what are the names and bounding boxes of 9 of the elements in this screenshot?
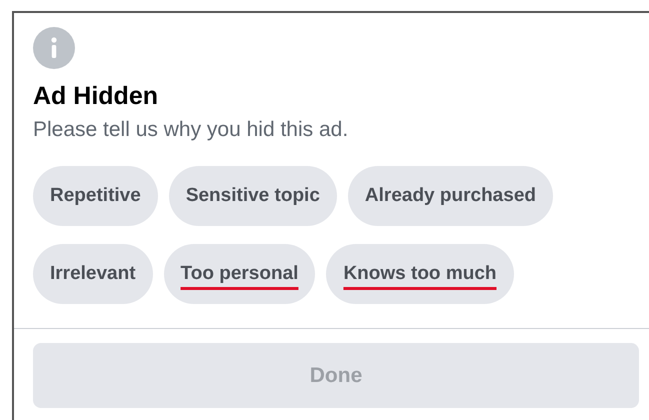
reason-chip[interactable]: Sensitive topic — [168, 166, 337, 226]
reason-chip[interactable]: Repetitive — [33, 166, 158, 226]
info-icon — [33, 27, 75, 69]
reason-chip[interactable]: Too personal — [164, 244, 316, 304]
dialog-message: Please tell us why you hid this ad. — [33, 117, 350, 143]
dialog-title: Ad Hidden — [33, 81, 159, 111]
reason-chip[interactable]: Knows too much — [326, 244, 514, 304]
reason-chip[interactable]: Irrelevant — [33, 244, 153, 304]
reason-chip[interactable]: Already purchased — [348, 166, 553, 226]
